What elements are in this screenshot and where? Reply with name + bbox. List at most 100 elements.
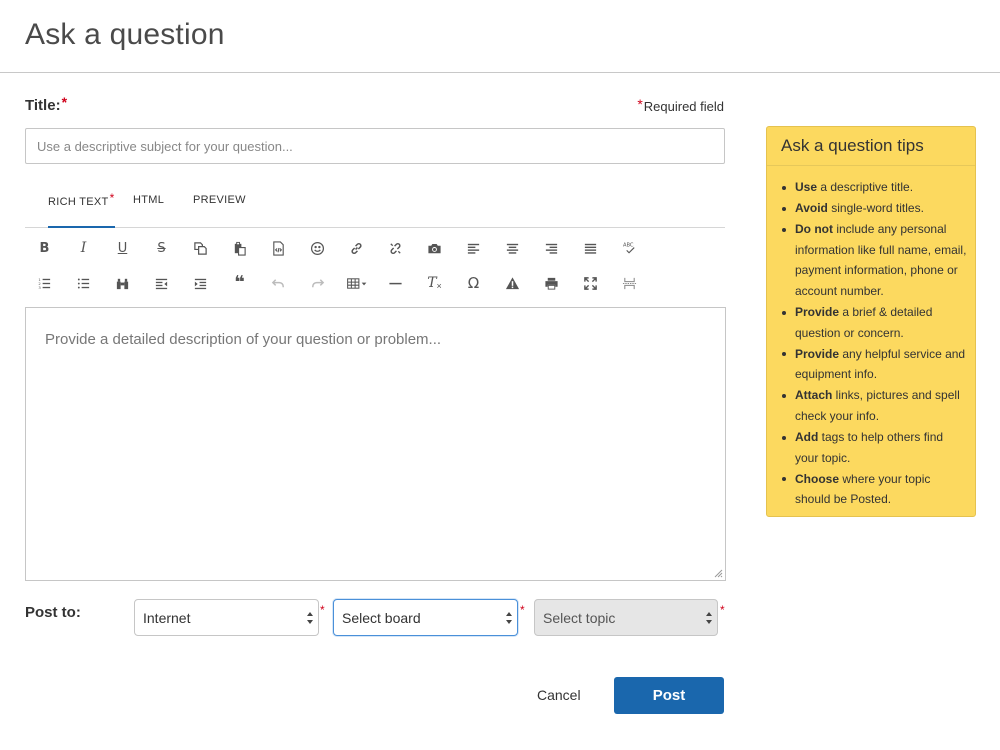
tip-bold: Attach	[795, 388, 833, 403]
select-arrows-icon	[706, 612, 712, 624]
undo-icon[interactable]	[259, 269, 298, 297]
tip-bold: Avoid	[795, 201, 828, 216]
spellcheck-icon[interactable]: ABC	[610, 234, 649, 262]
editor-placeholder: Provide a detailed description of your q…	[45, 331, 442, 348]
redo-icon[interactable]	[298, 269, 337, 297]
tip-item: Choose where your topic should be Posted…	[780, 469, 967, 510]
tab-label: HTML	[133, 194, 165, 206]
page-title: Ask a question	[25, 18, 225, 51]
underline-icon[interactable]: U	[103, 234, 142, 262]
toolbar-row-1: B I U S ABC	[25, 234, 665, 262]
italic-glyph: I	[80, 240, 87, 256]
warning-icon[interactable]	[493, 269, 532, 297]
required-field-note: *Required field	[637, 96, 724, 114]
omega-glyph: Ω	[467, 273, 480, 292]
indent-icon[interactable]	[181, 269, 220, 297]
emoji-icon[interactable]	[298, 234, 337, 262]
category-select[interactable]: Internet	[134, 599, 319, 636]
tip-item: Provide any helpful service and equipmen…	[780, 344, 967, 385]
tip-item: Use a descriptive title.	[780, 177, 967, 198]
select-arrows-icon	[506, 612, 512, 624]
tip-item: Attach links, pictures and spell check y…	[780, 385, 967, 426]
bulleted-list-icon[interactable]	[64, 269, 103, 297]
tips-list: Use a descriptive title. Avoid single-wo…	[767, 166, 975, 510]
title-input[interactable]	[25, 128, 725, 164]
align-left-icon[interactable]	[454, 234, 493, 262]
align-center-icon[interactable]	[493, 234, 532, 262]
link-icon[interactable]	[337, 234, 376, 262]
post-to-label: Post to:	[25, 604, 81, 621]
select-arrows-icon	[307, 612, 313, 624]
post-button[interactable]: Post	[614, 677, 724, 714]
strikethrough-icon[interactable]: S	[142, 234, 181, 262]
board-select[interactable]: Select board	[333, 599, 518, 636]
title-label: Title:*	[25, 94, 68, 114]
tab-rich-text[interactable]: RICH TEXT*	[48, 191, 115, 228]
board-select-value: Select board	[342, 609, 421, 626]
tip-item: Do not include any personal information …	[780, 219, 967, 301]
tip-text: tags to help others find your topic.	[795, 430, 944, 465]
topic-select[interactable]: Select topic	[534, 599, 718, 636]
blockquote-icon[interactable]: ❝	[220, 269, 259, 297]
tip-item: Avoid single-word titles.	[780, 198, 967, 219]
required-asterisk: *	[109, 191, 115, 205]
clear-format-icon[interactable]: T ×	[415, 269, 454, 297]
tip-bold: Provide	[795, 346, 840, 361]
title-label-text: Title:	[25, 97, 61, 114]
italic-icon[interactable]: I	[64, 234, 103, 262]
tip-bold: Use	[795, 180, 818, 194]
strike-glyph: S	[157, 240, 166, 256]
topic-select-value: Select topic	[543, 609, 616, 626]
editor-tabs: RICH TEXT* HTML PREVIEW	[25, 186, 725, 228]
tab-preview[interactable]: PREVIEW	[193, 194, 246, 220]
outdent-icon[interactable]	[142, 269, 181, 297]
camera-icon[interactable]	[415, 234, 454, 262]
find-icon[interactable]	[103, 269, 142, 297]
tip-bold: Do not	[795, 222, 833, 237]
required-asterisk: *	[320, 603, 325, 617]
fullscreen-icon[interactable]	[571, 269, 610, 297]
print-icon[interactable]	[532, 269, 571, 297]
toolbar-row-2: 123 ❝ T × Ω	[25, 269, 665, 297]
tips-panel: Ask a question tips Use a descriptive ti…	[766, 126, 976, 517]
category-select-value: Internet	[143, 609, 191, 626]
page-break-icon[interactable]	[610, 269, 649, 297]
required-asterisk: *	[720, 603, 725, 617]
page-header: Ask a question	[0, 0, 1000, 73]
svg-text:3: 3	[38, 286, 41, 290]
quote-glyph: ❝	[234, 272, 245, 293]
cancel-button[interactable]: Cancel	[537, 687, 581, 703]
copy-icon[interactable]	[181, 234, 220, 262]
tip-bold: Choose	[795, 471, 840, 486]
numbered-list-icon[interactable]: 123	[25, 269, 64, 297]
clear-format-glyph: T	[427, 275, 437, 291]
description-editor[interactable]: Provide a detailed description of your q…	[25, 307, 726, 581]
resize-grip-icon[interactable]	[714, 569, 723, 578]
tips-title: Ask a question tips	[767, 127, 975, 166]
underline-glyph: U	[117, 240, 128, 256]
horizontal-rule-icon[interactable]	[376, 269, 415, 297]
tip-item: Add tags to help others find your topic.	[780, 427, 967, 468]
required-note-text: Required field	[643, 99, 724, 114]
special-char-icon[interactable]: Ω	[454, 269, 493, 297]
bold-icon[interactable]: B	[25, 234, 64, 262]
required-asterisk: *	[637, 96, 643, 112]
required-asterisk: *	[61, 94, 68, 110]
tip-bold: Add	[795, 430, 819, 445]
tip-text: a descriptive title.	[817, 180, 914, 194]
table-icon[interactable]	[337, 269, 376, 297]
tip-item: Provide a brief & detailed question or c…	[780, 302, 967, 343]
paste-icon[interactable]	[220, 234, 259, 262]
bold-glyph: B	[39, 240, 50, 256]
tab-label: RICH TEXT	[48, 196, 109, 208]
tab-html[interactable]: HTML	[133, 194, 164, 220]
source-code-icon[interactable]	[259, 234, 298, 262]
align-right-icon[interactable]	[532, 234, 571, 262]
align-justify-icon[interactable]	[571, 234, 610, 262]
tip-bold: Provide	[795, 305, 840, 320]
tab-label: PREVIEW	[193, 194, 246, 206]
tip-text: single-word titles.	[827, 201, 924, 216]
required-asterisk: *	[520, 603, 525, 617]
spellcheck-glyph: ABC	[623, 242, 634, 248]
unlink-icon[interactable]	[376, 234, 415, 262]
